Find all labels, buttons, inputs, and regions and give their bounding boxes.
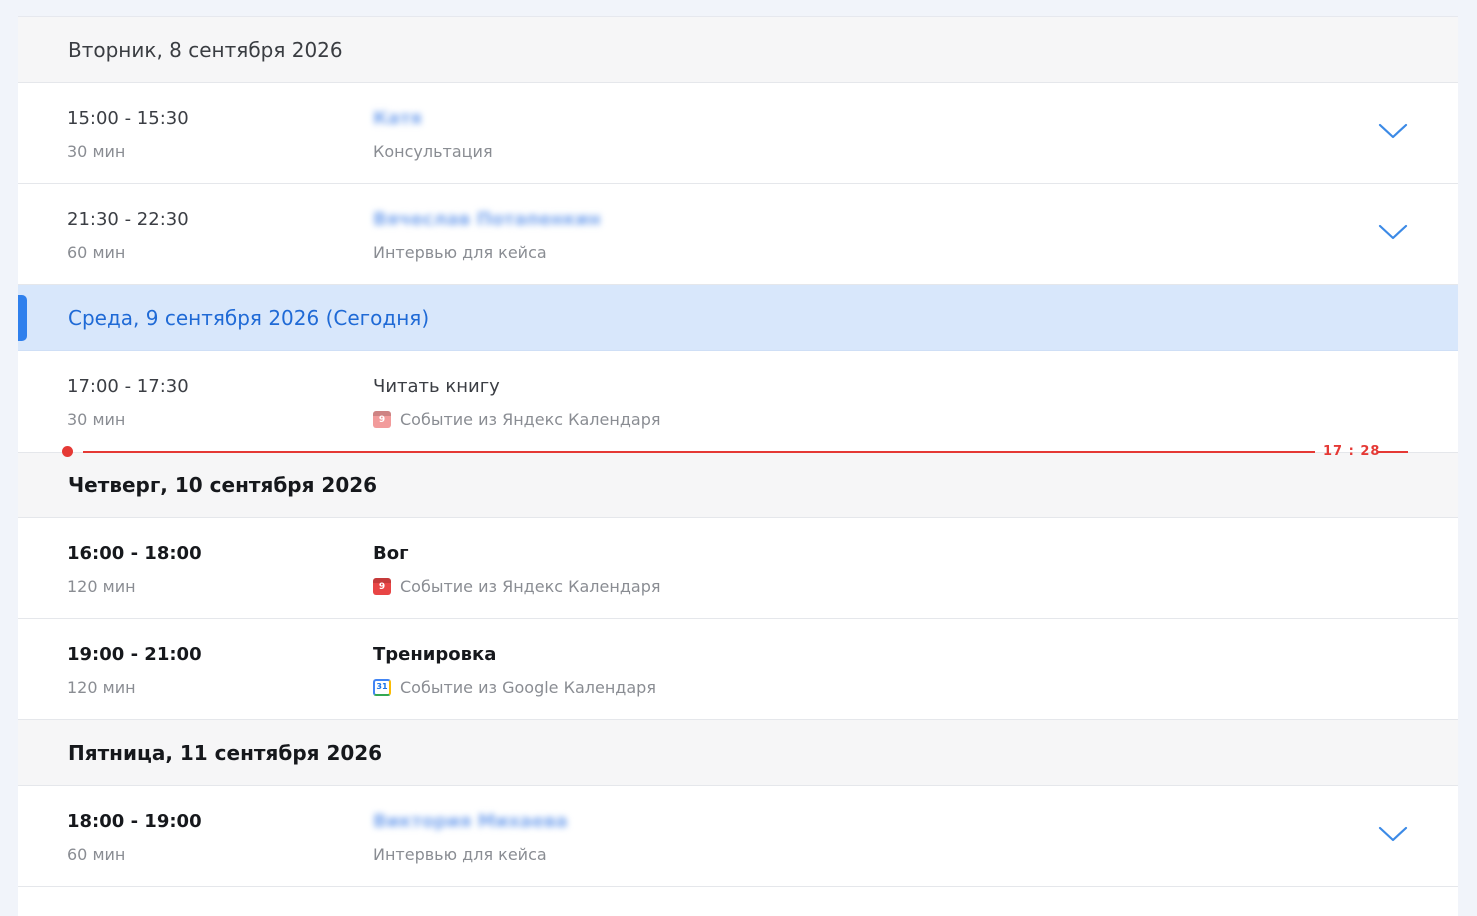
agenda-list: Вторник, 8 сентября 2026 15:00 - 15:30 3… <box>18 16 1458 916</box>
event-client-name: Катя <box>373 108 422 129</box>
event-time: 16:00 - 18:00 <box>67 543 202 564</box>
event-duration: 30 мин <box>67 142 126 161</box>
event-row[interactable]: 16:00 - 18:00 120 мин Вог Событие из Янд… <box>18 518 1458 619</box>
event-type: Интервью для кейса <box>373 243 547 262</box>
event-row[interactable]: 19:00 - 21:00 120 мин Тренировка Событие… <box>18 619 1458 720</box>
current-time-line-tail <box>1378 451 1408 453</box>
event-title: Вог <box>373 543 409 564</box>
event-row[interactable]: 21:30 - 22:30 60 мин Вячеслав Потапенкин… <box>18 184 1458 285</box>
day-header-label: Среда, 9 сентября 2026 (Сегодня) <box>68 305 430 330</box>
event-time: 15:00 - 15:30 <box>67 108 189 129</box>
day-header-thursday: Четверг, 10 сентября 2026 <box>18 452 1458 518</box>
event-source: Событие из Google Календаря <box>373 678 656 697</box>
yandex-calendar-icon <box>373 411 391 428</box>
day-header-label: Вторник, 8 сентября 2026 <box>68 37 343 62</box>
current-time-dot <box>62 446 73 457</box>
event-row[interactable]: 15:00 - 15:30 30 мин Катя Консультация <box>18 83 1458 184</box>
event-duration: 120 мин <box>67 678 136 697</box>
day-header-label: Четверг, 10 сентября 2026 <box>68 473 378 497</box>
event-time: 18:00 - 19:00 <box>67 811 202 832</box>
event-time: 17:00 - 17:30 <box>67 376 189 397</box>
event-source: Событие из Яндекс Календаря <box>373 410 660 429</box>
event-source: Событие из Яндекс Календаря <box>373 577 660 596</box>
event-time: 19:00 - 21:00 <box>67 644 202 665</box>
yandex-calendar-icon <box>373 578 391 595</box>
chevron-down-icon[interactable] <box>1378 824 1408 844</box>
day-header-label: Пятница, 11 сентября 2026 <box>68 740 383 765</box>
chevron-down-icon[interactable] <box>1378 121 1408 141</box>
event-duration: 60 мин <box>67 243 126 262</box>
current-time-indicator: 17 : 28 <box>62 444 1408 459</box>
today-marker <box>18 295 27 341</box>
current-time-line <box>83 451 1315 453</box>
day-header-friday: Пятница, 11 сентября 2026 <box>18 720 1458 786</box>
event-client-name: Вячеслав Потапенкин <box>373 209 601 230</box>
event-time: 21:30 - 22:30 <box>67 209 189 230</box>
google-calendar-icon <box>373 679 391 696</box>
day-header-today: Среда, 9 сентября 2026 (Сегодня) <box>18 285 1458 351</box>
event-row[interactable]: 17:00 - 17:30 30 мин Читать книгу Событи… <box>18 351 1458 452</box>
current-time-label: 17 : 28 <box>1323 444 1381 459</box>
event-title: Читать книгу <box>373 376 500 397</box>
event-row[interactable]: 18:00 - 19:00 60 мин Виктория Михаева Ин… <box>18 786 1458 887</box>
chevron-down-icon[interactable] <box>1378 222 1408 242</box>
event-client-name: Виктория Михаева <box>373 811 568 832</box>
event-duration: 30 мин <box>67 410 126 429</box>
event-title: Тренировка <box>373 644 497 665</box>
day-header-tuesday: Вторник, 8 сентября 2026 <box>18 17 1458 83</box>
event-type: Интервью для кейса <box>373 845 547 864</box>
event-type: Консультация <box>373 142 493 161</box>
event-duration: 60 мин <box>67 845 126 864</box>
event-duration: 120 мин <box>67 577 136 596</box>
